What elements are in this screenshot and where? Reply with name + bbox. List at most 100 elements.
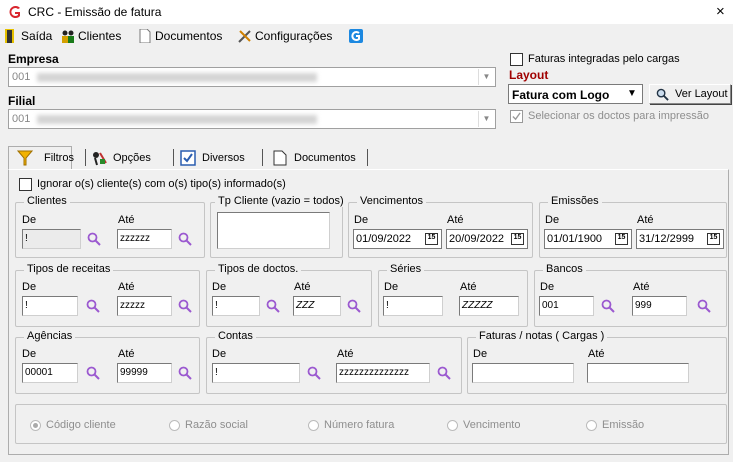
tipos-receitas-de-input[interactable]: ! (22, 296, 78, 316)
checkmark-icon (180, 150, 196, 166)
radio-emissao-label: Emissão (602, 419, 645, 431)
series-legend: Séries (387, 263, 425, 275)
layout-select[interactable]: Fatura com Logo ▼ (508, 84, 643, 104)
radio-vencimento[interactable] (447, 420, 458, 431)
magnifier-icon[interactable] (266, 299, 280, 313)
empresa-combo[interactable]: 001 ▼ (8, 67, 496, 87)
clientes-de-label: De (22, 214, 37, 226)
contas-legend: Contas (215, 330, 256, 342)
close-button[interactable]: × (716, 3, 725, 20)
empresa-value: 001 (12, 71, 31, 83)
tipos-doctos-de-label: De (212, 281, 227, 293)
tipos-doctos-de-input[interactable]: ! (212, 296, 260, 316)
filial-redacted (37, 115, 317, 124)
series-ate-input[interactable]: ZZZZZ (459, 296, 519, 316)
emissoes-de-date[interactable]: 01/01/1900 15 (544, 229, 632, 249)
extra-button[interactable] (349, 28, 366, 44)
radio-codigo-cliente-label: Código cliente (46, 419, 116, 431)
clientes-ate-input[interactable]: zzzzzz (117, 229, 172, 249)
series-de-input[interactable]: ! (383, 296, 443, 316)
radio-emissao[interactable] (586, 420, 597, 431)
saida-button[interactable]: Saída (4, 28, 52, 44)
empresa-redacted (37, 73, 317, 82)
tools-icon (238, 30, 251, 43)
tipos-receitas-legend: Tipos de receitas (24, 263, 114, 275)
faturas-integradas-checkbox[interactable] (510, 53, 523, 66)
radio-codigo-cliente[interactable] (30, 420, 41, 431)
tipos-doctos-legend: Tipos de doctos. (215, 263, 302, 275)
magnifier-icon[interactable] (87, 232, 101, 246)
emissoes-legend: Emissões (548, 195, 602, 207)
magnifier-icon[interactable] (178, 299, 192, 313)
chevron-down-icon[interactable]: ▼ (478, 111, 494, 127)
clients-icon (62, 30, 74, 43)
filial-combo[interactable]: 001 ▼ (8, 109, 496, 129)
magnifier-icon[interactable] (347, 299, 361, 313)
calendar-icon[interactable]: 15 (511, 233, 524, 245)
documentos-label: Documentos (155, 29, 223, 43)
tab-diversos-label: Diversos (202, 152, 245, 164)
chevron-down-icon[interactable]: ▼ (478, 69, 494, 85)
calendar-icon[interactable]: 15 (615, 233, 628, 245)
contas-ate-input[interactable]: zzzzzzzzzzzzzz (336, 363, 430, 383)
magnifier-icon[interactable] (178, 232, 192, 246)
selecionar-doctos-checkbox[interactable] (510, 110, 523, 123)
clientes-button[interactable]: Clientes (61, 28, 121, 44)
radio-numero-fatura[interactable] (308, 420, 319, 431)
tab-opcoes[interactable]: Opções (91, 146, 151, 170)
tab-separator (262, 149, 263, 166)
magnifier-icon[interactable] (86, 366, 100, 380)
tab-diversos[interactable]: Diversos (180, 146, 245, 170)
contas-de-input[interactable]: ! (212, 363, 300, 383)
calendar-icon[interactable]: 15 (425, 233, 438, 245)
emissoes-de-label: De (545, 214, 560, 226)
magnifier-icon[interactable] (601, 299, 615, 313)
emissoes-de-value: 01/01/1900 (547, 233, 603, 245)
window-title: CRC - Emissão de fatura (28, 5, 162, 19)
faturas-notas-ate-input[interactable] (587, 363, 689, 383)
emissoes-ate-date[interactable]: 31/12/2999 15 (636, 229, 724, 249)
document-icon (273, 150, 287, 166)
configuracoes-label: Configurações (255, 29, 333, 43)
contas-de-label: De (212, 348, 227, 360)
faturas-integradas-label: Faturas integradas pelo cargas (528, 53, 680, 65)
magnifier-icon[interactable] (307, 366, 321, 380)
tipos-receitas-ate-input[interactable]: zzzzz (117, 296, 172, 316)
magnifier-icon[interactable] (437, 366, 451, 380)
configuracoes-button[interactable]: Configurações (238, 28, 332, 44)
tp-cliente-input[interactable] (217, 212, 330, 249)
radio-razao-social[interactable] (169, 420, 180, 431)
tp-cliente-legend: Tp Cliente (vazio = todos) (215, 195, 347, 207)
tipos-doctos-ate-input[interactable]: ZZZ (293, 296, 341, 316)
vencimentos-de-date[interactable]: 01/09/2022 15 (353, 229, 442, 249)
calendar-icon[interactable]: 15 (707, 233, 720, 245)
magnifier-icon[interactable] (697, 299, 711, 313)
tab-opcoes-label: Opções (113, 152, 151, 164)
agencias-de-input[interactable]: 00001 (22, 363, 78, 383)
vencimentos-ate-date[interactable]: 20/09/2022 15 (446, 229, 528, 249)
ignorar-checkbox[interactable] (19, 178, 32, 191)
chevron-down-icon[interactable]: ▼ (627, 88, 637, 99)
magnifier-icon[interactable] (178, 366, 192, 380)
g-icon (349, 29, 363, 43)
vencimentos-ate-label: Até (447, 214, 464, 226)
tab-filtros[interactable]: Filtros (8, 146, 74, 171)
bancos-de-label: De (540, 281, 555, 293)
documentos-button[interactable]: Documentos (138, 28, 222, 44)
ignorar-label: Ignorar o(s) cliente(s) com o(s) tipo(s)… (37, 178, 286, 190)
faturas-notas-de-input[interactable] (472, 363, 574, 383)
radio-vencimento-label: Vencimento (463, 419, 521, 431)
clientes-de-input[interactable]: ! (22, 229, 81, 249)
agencias-ate-label: Até (118, 348, 135, 360)
agencias-ate-input[interactable]: 99999 (117, 363, 172, 383)
layout-label: Layout (509, 68, 549, 82)
tipos-doctos-ate-label: Até (294, 281, 311, 293)
magnifier-icon[interactable] (86, 299, 100, 313)
tab-documentos-label: Documentos (294, 152, 356, 164)
tab-separator (367, 149, 368, 166)
empresa-label: Empresa (8, 52, 59, 66)
ver-layout-button[interactable]: Ver Layout (649, 84, 731, 104)
bancos-ate-input[interactable]: 999 (632, 296, 687, 316)
tab-documentos[interactable]: Documentos (272, 146, 356, 170)
bancos-de-input[interactable]: 001 (539, 296, 594, 316)
